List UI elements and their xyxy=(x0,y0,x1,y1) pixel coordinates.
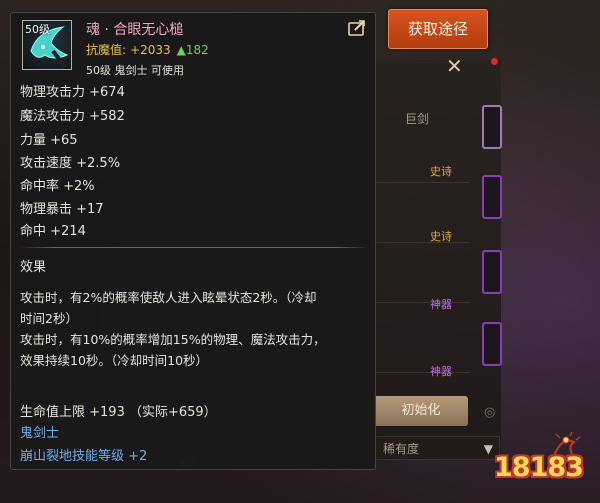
divider xyxy=(20,247,370,248)
notification-dot xyxy=(491,58,498,65)
site-watermark-logo: 18183 xyxy=(492,432,588,492)
watermark-text: 18183 xyxy=(494,452,584,483)
reset-button[interactable]: 初始化 xyxy=(374,396,468,426)
level-badge: 50级 xyxy=(25,23,50,36)
sort-select[interactable]: 稀有度 ▼ xyxy=(374,436,500,460)
hp-bonus-line: 生命值上限 +193 （实际+659） xyxy=(20,405,217,420)
resist-value-line: 抗魔值: +2033 ▲182 xyxy=(86,41,209,58)
effect-title: 效果 xyxy=(20,260,47,275)
sort-select-value: 稀有度 xyxy=(383,442,420,456)
stat-line: 物理攻击力 +674 xyxy=(20,85,125,100)
stat-line: 魔法攻击力 +582 xyxy=(20,109,125,124)
item-slot[interactable] xyxy=(482,105,502,149)
effect-description-line: 时间2秒） xyxy=(20,311,78,326)
list-row[interactable] xyxy=(375,140,470,183)
weapon-club-icon: 50级 xyxy=(22,20,72,70)
item-slot[interactable] xyxy=(482,175,502,219)
effect-description: 攻击时，有2%的概率使敌人进入眩晕状态2秒。（冷却 时间2秒） 攻击时，有10%… xyxy=(20,287,370,371)
effect-description-line: 攻击时，有10%的概率增加15%的物理、魔法攻击力， xyxy=(20,332,326,347)
stat-line: 命中 +214 xyxy=(20,224,86,239)
effect-description-line: 效果持续10秒。（冷却时间10秒） xyxy=(20,353,209,368)
stat-line: 力量 +65 xyxy=(20,133,78,148)
resist-value: +2033 xyxy=(130,43,171,57)
item-tooltip: 50级 魂 · 合眼无心槌 抗魔值: +2033 ▲182 50级 鬼剑士 可使用 … xyxy=(10,12,376,470)
rarity-tag: 神器 xyxy=(430,365,452,378)
rarity-tag: 史诗 xyxy=(430,230,452,243)
item-slot[interactable] xyxy=(482,322,502,366)
close-icon[interactable]: ✕ xyxy=(446,54,463,78)
list-row[interactable] xyxy=(375,260,470,303)
rarity-tag: 史诗 xyxy=(430,165,452,178)
class-requirement: 鬼剑士 xyxy=(20,426,60,441)
stat-line: 攻击速度 +2.5% xyxy=(20,156,121,171)
usable-class-line: 50级 鬼剑士 可使用 xyxy=(86,64,184,77)
resist-change: ▲182 xyxy=(176,43,209,57)
effect-description-line: 攻击时，有2%的概率使敌人进入眩晕状态2秒。（冷却 xyxy=(20,290,317,305)
acquire-method-button[interactable]: 获取途径 xyxy=(388,9,488,49)
list-row[interactable] xyxy=(375,330,470,373)
skill-bonus-line: 崩山裂地技能等级 +2 xyxy=(20,449,148,464)
item-slot[interactable] xyxy=(482,250,502,294)
rarity-tag: 神器 xyxy=(430,298,452,311)
item-name: 魂 · 合眼无心槌 xyxy=(86,22,184,38)
column-label: 巨剑 xyxy=(405,112,430,126)
resist-label: 抗魔值: xyxy=(86,43,127,57)
stat-line: 物理暴击 +17 xyxy=(20,202,104,217)
list-row[interactable] xyxy=(375,200,470,243)
share-icon[interactable] xyxy=(348,20,366,36)
scroll-icon: ◎ xyxy=(484,405,496,420)
stat-line: 命中率 +2% xyxy=(20,179,95,194)
